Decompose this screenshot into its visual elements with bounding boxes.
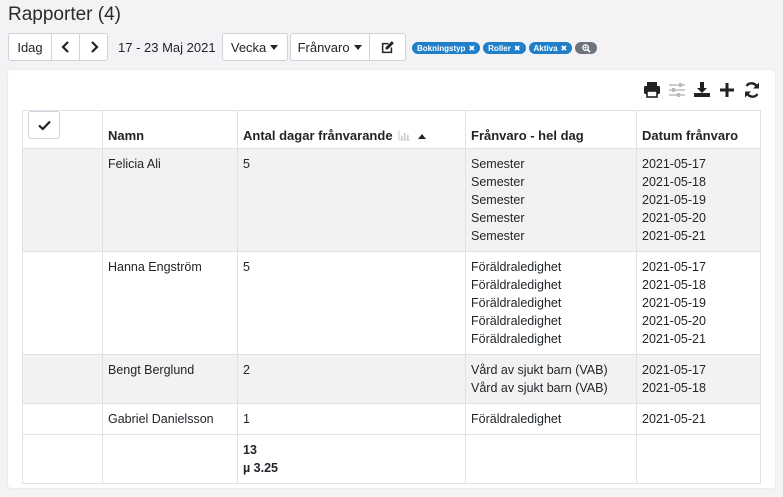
sliders-icon	[668, 82, 685, 97]
print-button[interactable]	[642, 80, 661, 99]
cell-absences: Semester Semester Semester Semester Seme…	[465, 148, 637, 252]
close-icon[interactable]: ✖	[468, 44, 475, 53]
filter-search-button[interactable]	[575, 42, 598, 54]
bar-chart-icon[interactable]	[398, 131, 411, 141]
cell-dates: 2021-05-17 2021-05-18 2021-05-19 2021-05…	[636, 251, 761, 355]
view-dropdown[interactable]: Vecka	[221, 33, 288, 61]
cell-name: Hanna Engström	[102, 251, 238, 355]
cell-absences: Föräldraledighet Föräldraledighet Föräld…	[465, 251, 637, 355]
caret-down-icon	[270, 44, 279, 50]
search-plus-icon	[581, 43, 591, 53]
column-header-days[interactable]: Antal dagar frånvarande	[237, 110, 466, 149]
cell-days: 1	[237, 403, 466, 435]
column-header-date[interactable]: Datum frånvaro	[636, 110, 761, 149]
table-row[interactable]: Bengt Berglund 2 Vård av sjukt barn (VAB…	[22, 354, 761, 404]
page-title: Rapporter (4)	[8, 4, 121, 25]
cell-absences: Föräldraledighet	[465, 403, 637, 435]
filter-tag-bokningstyp[interactable]: Bokningstyp ✖	[412, 42, 481, 54]
cell-absences: Vård av sjukt barn (VAB) Vård av sjukt b…	[465, 354, 637, 404]
print-icon	[643, 82, 660, 98]
sort-ascending-icon	[417, 134, 426, 140]
table-row[interactable]: Hanna Engström 5 Föräldraledighet Föräld…	[22, 251, 761, 355]
summary-cell: 13 µ 3.25	[237, 434, 466, 484]
report-panel: Namn Antal dagar frånvarande Frånvaro - …	[8, 70, 775, 488]
report-type-label: Frånvaro	[297, 39, 350, 55]
cell-name: Felicia Ali	[102, 148, 238, 252]
column-header-name[interactable]: Namn	[102, 110, 238, 149]
view-dropdown-label: Vecka	[230, 39, 267, 55]
filter-tag-label: Bokningstyp	[417, 43, 466, 53]
cell-dates: 2021-05-21	[636, 403, 761, 435]
add-button[interactable]	[717, 80, 736, 99]
filter-tag-label: Aktiva	[533, 43, 558, 53]
summary-row: 13 µ 3.25	[22, 434, 761, 484]
close-icon[interactable]: ✖	[561, 44, 568, 53]
cell-days: 5	[237, 148, 466, 252]
report-type-dropdown[interactable]: Frånvaro	[289, 33, 370, 61]
plus-icon	[719, 82, 734, 97]
today-button[interactable]: Idag	[8, 33, 52, 61]
table-row[interactable]: Felicia Ali 5 Semester Semester Semester…	[22, 148, 761, 252]
table-row[interactable]: Gabriel Danielsson 1 Föräldraledighet 20…	[22, 403, 761, 435]
next-button[interactable]	[80, 33, 108, 61]
cell-name: Bengt Berglund	[102, 354, 238, 404]
caret-down-icon	[353, 44, 362, 50]
cell-dates: 2021-05-17 2021-05-18 2021-05-19 2021-05…	[636, 148, 761, 252]
edit-icon	[381, 40, 394, 53]
select-all-header	[22, 110, 103, 149]
download-button[interactable]	[692, 80, 711, 99]
check-icon	[37, 120, 51, 131]
previous-button[interactable]	[52, 33, 80, 61]
download-icon	[693, 82, 710, 97]
filter-tag-label: Roller	[488, 43, 511, 53]
date-range-label: 17 - 23 Maj 2021	[118, 39, 216, 55]
cell-name: Gabriel Danielsson	[102, 403, 238, 435]
summary-mean: µ 3.25	[243, 461, 279, 475]
filter-tag-aktiva[interactable]: Aktiva ✖	[528, 42, 573, 54]
chevron-right-icon	[90, 41, 99, 53]
report-actions	[642, 80, 761, 99]
summary-total: 13	[243, 443, 257, 457]
refresh-button[interactable]	[742, 80, 761, 99]
date-toolbar: Idag 17 - 23 Maj 2021 Vecka Frånvaro	[8, 33, 406, 61]
edit-button[interactable]	[369, 33, 406, 61]
column-header-absence[interactable]: Frånvaro - hel dag	[465, 110, 637, 149]
report-table: Namn Antal dagar frånvarande Frånvaro - …	[22, 110, 761, 484]
close-icon[interactable]: ✖	[514, 44, 521, 53]
chevron-left-icon	[60, 41, 69, 53]
cell-days: 2	[237, 354, 466, 404]
cell-dates: 2021-05-17 2021-05-18	[636, 354, 761, 404]
refresh-icon	[744, 81, 759, 98]
filter-tag-roller[interactable]: Roller ✖	[483, 42, 526, 54]
settings-sliders-button[interactable]	[667, 80, 686, 99]
filter-tags: Bokningstyp ✖ Roller ✖ Aktiva ✖	[412, 42, 598, 54]
select-all-button[interactable]	[28, 111, 60, 139]
cell-days: 5	[237, 251, 466, 355]
